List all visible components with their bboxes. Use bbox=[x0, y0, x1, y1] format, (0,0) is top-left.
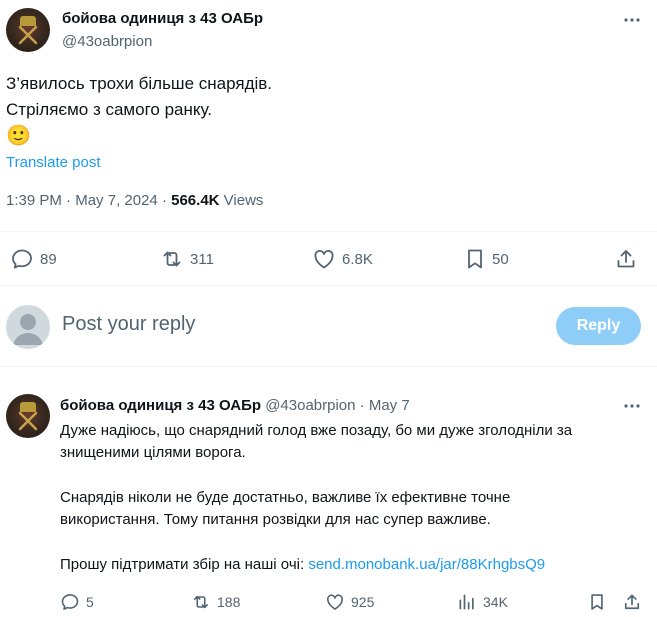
like-count: 925 bbox=[351, 594, 375, 610]
tweet-text-line-2: Стріляємо з самого ранку. bbox=[6, 100, 213, 119]
reply-author-name[interactable]: бойова одиниця з 43 ОАБр bbox=[60, 397, 261, 414]
bookmark-button[interactable] bbox=[588, 592, 606, 612]
reply-icon bbox=[61, 594, 79, 610]
meta-separator: · bbox=[359, 397, 365, 414]
views-count: 34K bbox=[483, 594, 508, 610]
share-button[interactable] bbox=[622, 592, 642, 612]
reply-button[interactable]: 89 bbox=[10, 247, 57, 271]
reply-input[interactable]: Post your reply bbox=[62, 313, 195, 336]
views-icon bbox=[459, 594, 474, 610]
default-avatar-icon bbox=[13, 314, 43, 345]
share-icon bbox=[624, 594, 640, 610]
repost-button[interactable]: 311 bbox=[160, 247, 214, 271]
repost-icon bbox=[193, 595, 209, 609]
reply-text-line: Прошу підтримати збір на наші очі: send.… bbox=[60, 554, 640, 576]
repost-button[interactable]: 188 bbox=[191, 592, 240, 612]
share-icon bbox=[617, 250, 635, 268]
user-avatar[interactable] bbox=[6, 305, 50, 349]
divider bbox=[0, 231, 657, 232]
bookmark-button[interactable]: 50 bbox=[464, 247, 509, 271]
tweet-text-line-1: З’явилось трохи більше снарядів. bbox=[6, 74, 273, 93]
views-label: Views bbox=[223, 192, 264, 209]
reply-author-avatar[interactable] bbox=[6, 394, 50, 438]
tweet-meta: 1:39 PM · May 7, 2024 · 566.4K Views bbox=[6, 192, 263, 209]
divider bbox=[0, 366, 657, 367]
more-icon[interactable] bbox=[622, 396, 642, 416]
like-button[interactable]: 925 bbox=[325, 592, 374, 612]
reply-count: 5 bbox=[86, 594, 94, 610]
divider bbox=[0, 285, 657, 286]
crossed-swords-icon bbox=[18, 411, 38, 431]
repost-count: 188 bbox=[217, 594, 241, 610]
donation-text: Прошу підтримати збір на наші очі: bbox=[60, 556, 309, 573]
tweet-time[interactable]: 1:39 PM bbox=[6, 192, 62, 209]
more-icon[interactable] bbox=[622, 10, 642, 30]
like-icon bbox=[314, 250, 334, 269]
like-count: 6.8K bbox=[342, 250, 373, 268]
bookmark-count: 50 bbox=[492, 250, 509, 268]
reply-text-line: Снарядів ніколи не буде достатньо, важли… bbox=[60, 489, 511, 506]
donation-link[interactable]: send.monobank.ua/jar/88KrhgbsQ9 bbox=[308, 556, 545, 573]
views-button[interactable]: 34K bbox=[457, 592, 508, 612]
smile-emoji: 🙂 bbox=[6, 125, 31, 147]
repost-icon bbox=[163, 251, 181, 267]
reply-button[interactable]: 5 bbox=[60, 592, 94, 612]
share-button[interactable] bbox=[614, 247, 638, 271]
meta-separator: · bbox=[161, 192, 167, 209]
reply-text-line: використання. Тому питання розвідки для … bbox=[60, 511, 491, 528]
meta-separator: · bbox=[66, 192, 72, 209]
like-button[interactable]: 6.8K bbox=[312, 247, 373, 271]
reply-text-line: Дуже надіюсь, що снарядний голод вже поз… bbox=[60, 422, 573, 439]
reply-date[interactable]: May 7 bbox=[369, 397, 410, 414]
bookmark-icon bbox=[591, 594, 603, 610]
author-handle[interactable]: @43oabrpion bbox=[62, 33, 152, 50]
reply-author-handle[interactable]: @43oabrpion bbox=[265, 397, 355, 414]
reply-count: 89 bbox=[40, 250, 57, 268]
author-name[interactable]: бойова одиниця з 43 ОАБр bbox=[62, 10, 263, 27]
repost-count: 311 bbox=[190, 250, 214, 268]
author-avatar[interactable] bbox=[6, 8, 50, 52]
views-count: 566.4K bbox=[171, 192, 220, 209]
like-icon bbox=[327, 594, 343, 610]
crossed-swords-icon bbox=[18, 25, 38, 45]
reply-icon bbox=[12, 249, 32, 269]
tweet-date[interactable]: May 7, 2024 bbox=[75, 192, 158, 209]
translate-post-link[interactable]: Translate post bbox=[6, 154, 101, 171]
bookmark-icon bbox=[468, 249, 482, 269]
reply-header: бойова одиниця з 43 ОАБр @43oabrpion · M… bbox=[60, 397, 410, 414]
reply-text-line: знищеними цілями ворога. bbox=[60, 444, 246, 461]
reply-submit-button[interactable]: Reply bbox=[556, 307, 641, 345]
